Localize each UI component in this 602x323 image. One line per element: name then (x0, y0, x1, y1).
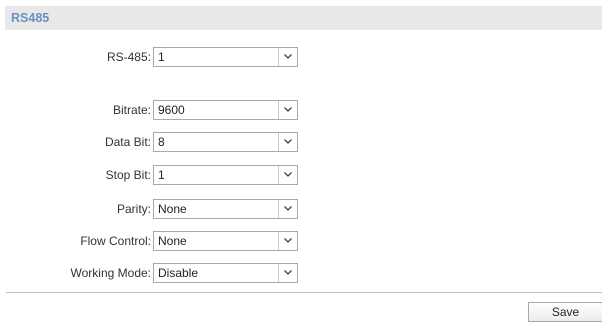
parity-row: Parity: None (0, 199, 602, 219)
flow-control-value: None (158, 234, 187, 248)
section-header: RS485 (5, 6, 602, 30)
working-mode-row: Working Mode: Disable (0, 263, 602, 283)
bitrate-select[interactable]: 9600 (153, 100, 298, 120)
divider (6, 292, 602, 293)
save-button[interactable]: Save (528, 302, 602, 322)
flow-control-label: Flow Control: (80, 234, 151, 248)
chevron-down-icon[interactable] (278, 232, 297, 250)
bitrate-label: Bitrate: (112, 103, 151, 117)
bitrate-value: 9600 (158, 103, 185, 117)
working-mode-label: Working Mode: (70, 266, 151, 280)
rs485-settings-page: RS485 RS-485: 1 Bitrate: 9600 Data Bit: … (0, 0, 602, 323)
flow-control-select[interactable]: None (153, 231, 298, 251)
chevron-down-icon[interactable] (278, 264, 297, 282)
rs485-value: 1 (158, 50, 165, 64)
parity-value: None (158, 202, 187, 216)
data-bit-select[interactable]: 8 (153, 132, 298, 152)
chevron-down-icon[interactable] (278, 101, 297, 119)
rs485-select[interactable]: 1 (153, 47, 298, 67)
data-bit-value: 8 (158, 135, 165, 149)
stop-bit-label: Stop Bit: (105, 168, 151, 182)
stop-bit-value: 1 (158, 168, 165, 182)
working-mode-select[interactable]: Disable (153, 263, 298, 283)
data-bit-row: Data Bit: 8 (0, 132, 602, 152)
section-title: RS485 (11, 11, 50, 25)
flow-control-row: Flow Control: None (0, 231, 602, 251)
bitrate-row: Bitrate: 9600 (0, 100, 602, 120)
stop-bit-select[interactable]: 1 (153, 165, 298, 185)
chevron-down-icon[interactable] (278, 166, 297, 184)
chevron-down-icon[interactable] (278, 48, 297, 66)
chevron-down-icon[interactable] (278, 133, 297, 151)
parity-select[interactable]: None (153, 199, 298, 219)
rs485-row: RS-485: 1 (0, 47, 602, 67)
stop-bit-row: Stop Bit: 1 (0, 165, 602, 185)
data-bit-label: Data Bit: (104, 135, 151, 149)
parity-label: Parity: (116, 202, 151, 216)
chevron-down-icon[interactable] (278, 200, 297, 218)
rs485-label: RS-485: (106, 50, 151, 64)
working-mode-value: Disable (158, 266, 199, 280)
